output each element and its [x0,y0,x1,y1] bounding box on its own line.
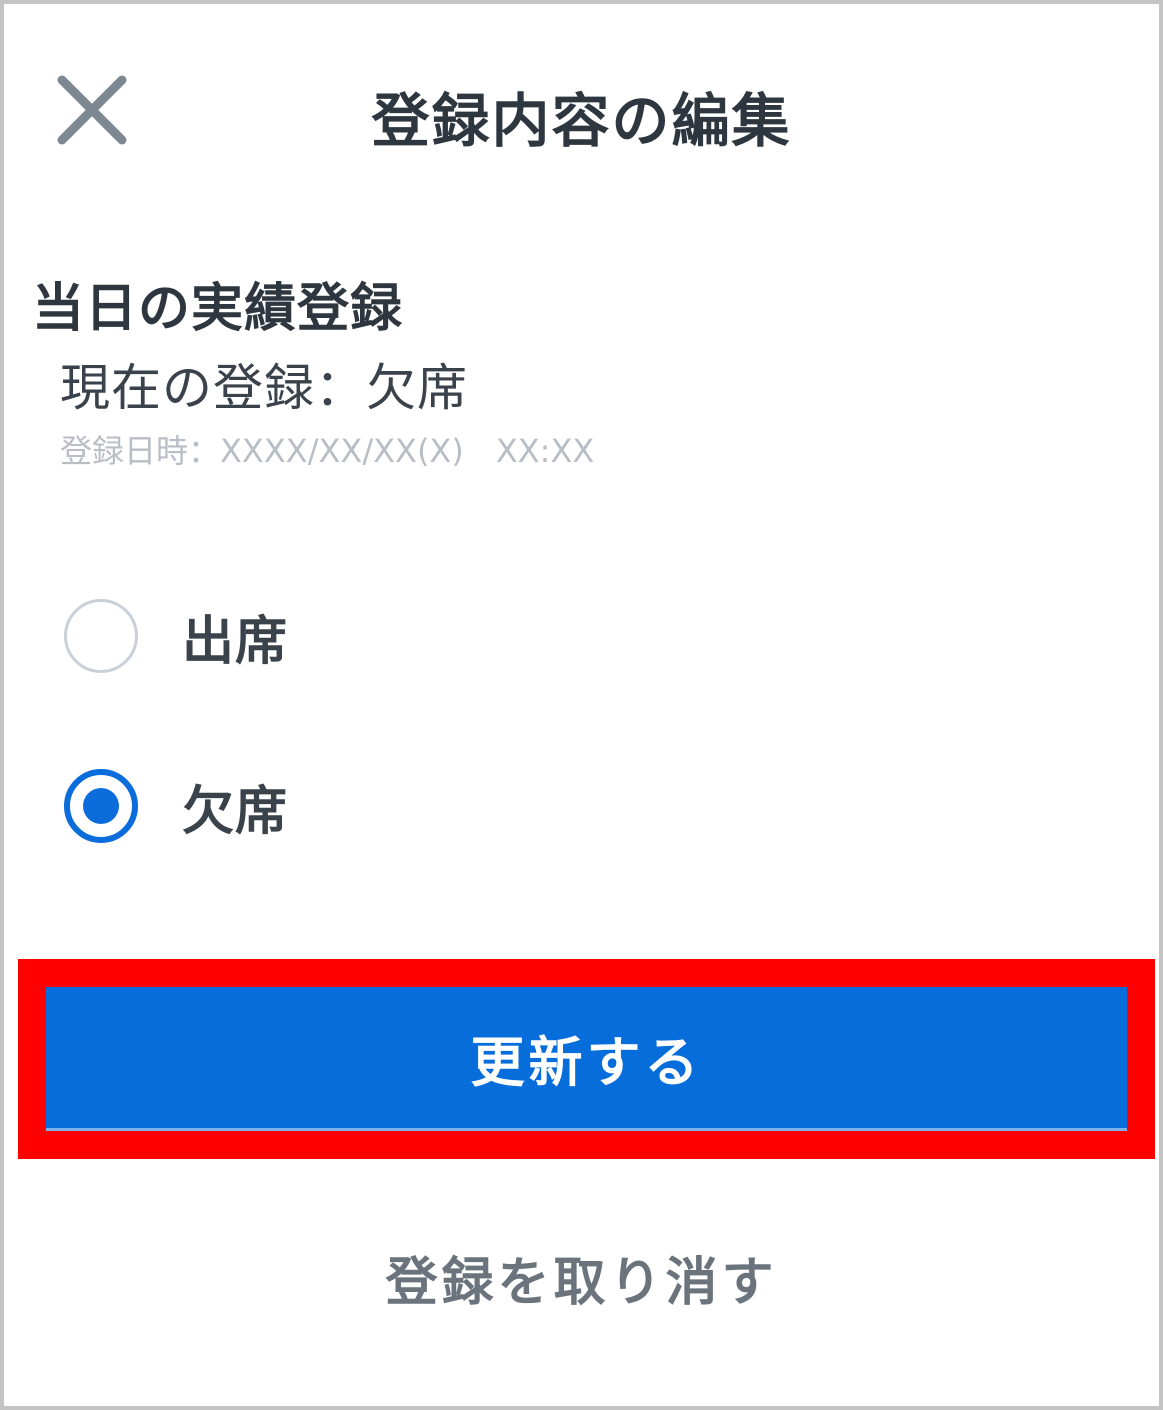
radio-option-present[interactable]: 出席 [64,594,288,678]
radio-dot [83,788,119,824]
cancel-registration-link[interactable]: 登録を取り消す [4,1240,1159,1315]
page-title: 登録内容の編集 [371,87,792,155]
radio-option-absent[interactable]: 欠席 [64,764,288,848]
current-registration-status: 現在の登録：欠席 [60,359,468,417]
radio-label-present: 出席 [182,611,289,672]
edit-registration-dialog: 登録内容の編集 当日の実績登録 現在の登録：欠席 登録日時：XXXX/XX/XX… [0,0,1163,1410]
section-heading: 当日の実績登録 [32,279,404,339]
radio-unchecked-icon[interactable] [64,599,138,673]
update-button[interactable]: 更新する [46,987,1127,1131]
radio-checked-icon[interactable] [64,769,138,843]
registration-timestamp: 登録日時：XXXX/XX/XX(X) XX:XX [60,432,595,470]
radio-label-absent: 欠席 [182,781,289,842]
